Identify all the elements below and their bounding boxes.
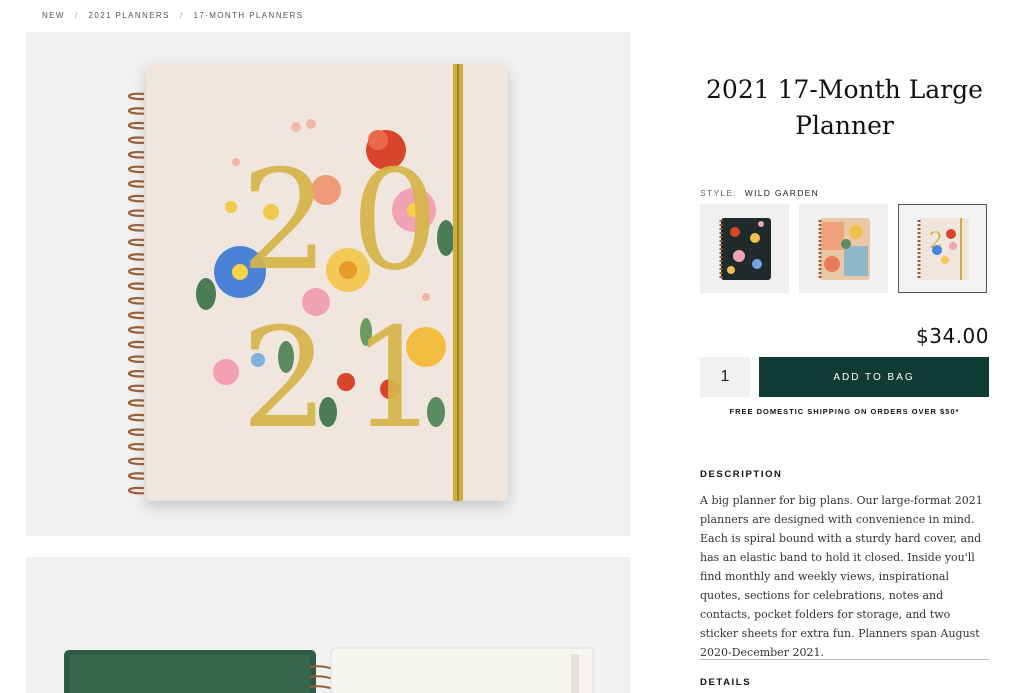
- quantity-input[interactable]: 1: [700, 357, 750, 397]
- product-price: $34.00: [916, 324, 989, 348]
- cover-digit: 2: [241, 298, 329, 459]
- swatch-wild-garden[interactable]: 2: [898, 204, 987, 293]
- divider: [700, 659, 989, 660]
- cover-digit: 1: [351, 298, 439, 459]
- planner-inner-page: [330, 647, 594, 693]
- spiral-binding: [127, 92, 145, 495]
- breadcrumb-separator: /: [74, 11, 79, 20]
- style-value: WILD GARDEN: [744, 188, 820, 198]
- shipping-note: FREE DOMESTIC SHIPPING ON ORDERS OVER $5…: [729, 407, 960, 416]
- cover-digit: 0: [351, 140, 439, 301]
- product-image-main[interactable]: 2 0 2 1: [26, 32, 631, 536]
- product-title: 2021 17-Month Large Planner: [706, 75, 983, 140]
- open-planner-illustration: [64, 647, 594, 693]
- swatch-thumbnail: 2: [917, 217, 969, 280]
- cover-digit: 2: [241, 140, 329, 301]
- description-heading[interactable]: DESCRIPTION: [700, 469, 783, 480]
- add-to-bag-button[interactable]: ADD TO BAG: [759, 357, 989, 397]
- breadcrumb-separator: /: [179, 11, 184, 20]
- breadcrumb-item-2021-planners[interactable]: 2021 PLANNERS: [89, 11, 170, 20]
- swatch-painted-garden[interactable]: [799, 204, 888, 293]
- product-image-secondary[interactable]: [26, 557, 631, 693]
- breadcrumb-item-17-month-planners[interactable]: 17-MONTH PLANNERS: [193, 11, 303, 20]
- details-heading[interactable]: DETAILS: [700, 677, 751, 688]
- planner-cover-illustration: 2 0 2 1: [127, 64, 508, 501]
- breadcrumb-item-new[interactable]: NEW: [42, 11, 65, 20]
- style-key: STYLE:: [700, 188, 738, 198]
- breadcrumb: NEW / 2021 PLANNERS / 17-MONTH PLANNERS: [42, 11, 304, 20]
- description-text: A big planner for big plans. Our large-f…: [700, 494, 983, 659]
- style-label: STYLE: WILD GARDEN: [700, 188, 819, 198]
- swatch-thumbnail: [719, 217, 771, 280]
- swatch-thumbnail: [818, 217, 870, 280]
- style-swatches: 2: [700, 204, 987, 293]
- swatch-dark-floral[interactable]: [700, 204, 789, 293]
